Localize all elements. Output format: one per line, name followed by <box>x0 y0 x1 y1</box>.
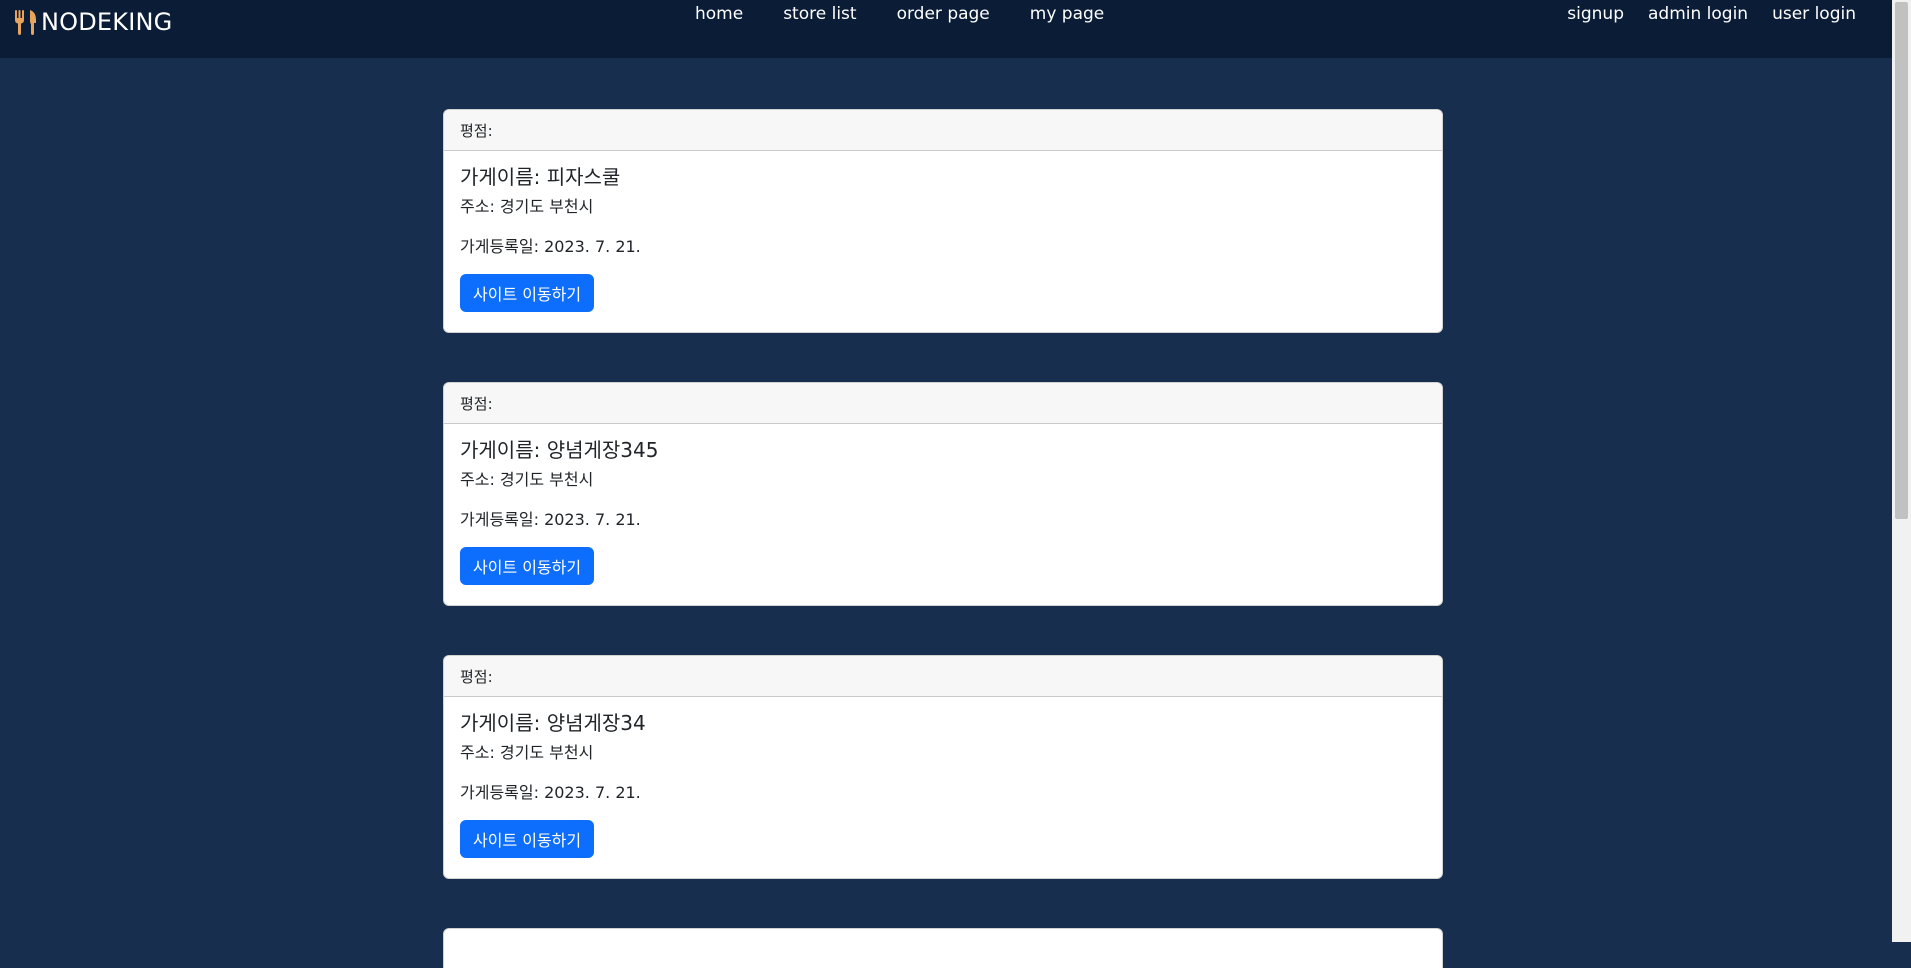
visit-site-button[interactable]: 사이트 이동하기 <box>460 820 595 858</box>
vertical-scrollbar[interactable] <box>1892 0 1911 942</box>
store-card: 평점: 가게이름: 양념게장34 주소: 경기도 부천시 가게등록일: 2023… <box>443 655 1443 879</box>
store-card-body: 가게이름: 양념게장34 주소: 경기도 부천시 가게등록일: 2023. 7.… <box>444 697 1442 858</box>
main-nav: home store list order page my page <box>695 4 1104 24</box>
nav-order-page-link[interactable]: order page <box>897 4 990 24</box>
store-name: 가게이름: 양념게장34 <box>460 711 646 735</box>
nav-store-list-link[interactable]: store list <box>783 4 856 24</box>
brand-name: NODEKING <box>41 8 173 36</box>
signup-link[interactable]: signup <box>1567 4 1624 24</box>
store-address: 주소: 경기도 부천시 <box>460 197 594 216</box>
store-registered-date: 가게등록일: 2023. 7. 21. <box>460 237 641 256</box>
scrollbar-thumb[interactable] <box>1895 2 1908 519</box>
store-card-body: 가게이름: 양념게장345 주소: 경기도 부천시 가게등록일: 2023. 7… <box>444 424 1442 585</box>
store-address: 주소: 경기도 부천시 <box>460 470 594 489</box>
store-card: 평점: 가게이름: 양념게장345 주소: 경기도 부천시 가게등록일: 202… <box>443 382 1443 606</box>
store-list: 평점: 가게이름: 피자스쿨 주소: 경기도 부천시 가게등록일: 2023. … <box>443 109 1443 928</box>
nav-home-link[interactable]: home <box>695 4 743 24</box>
nav-my-page-link[interactable]: my page <box>1030 4 1104 24</box>
fork-knife-icon <box>15 10 36 35</box>
visit-site-button[interactable]: 사이트 이동하기 <box>460 547 595 585</box>
store-name: 가게이름: 양념게장345 <box>460 438 659 462</box>
store-card-body: 가게이름: 피자스쿨 주소: 경기도 부천시 가게등록일: 2023. 7. 2… <box>444 151 1442 312</box>
brand-logo[interactable]: NODEKING <box>13 8 172 36</box>
auth-nav: signup admin login user login <box>1567 4 1856 24</box>
store-registered-date: 가게등록일: 2023. 7. 21. <box>460 510 641 529</box>
store-address: 주소: 경기도 부천시 <box>460 743 594 762</box>
store-card: 평점: 가게이름: 피자스쿨 주소: 경기도 부천시 가게등록일: 2023. … <box>443 109 1443 333</box>
store-card-partial <box>443 928 1443 968</box>
top-navbar: NODEKING home store list order page my p… <box>0 0 1892 58</box>
store-name: 가게이름: 피자스쿨 <box>460 165 621 189</box>
rating-label: 평점: <box>444 656 1442 697</box>
user-login-link[interactable]: user login <box>1772 4 1856 24</box>
store-registered-date: 가게등록일: 2023. 7. 21. <box>460 783 641 802</box>
visit-site-button[interactable]: 사이트 이동하기 <box>460 274 595 312</box>
admin-login-link[interactable]: admin login <box>1648 4 1748 24</box>
rating-label: 평점: <box>444 110 1442 151</box>
rating-label: 평점: <box>444 383 1442 424</box>
